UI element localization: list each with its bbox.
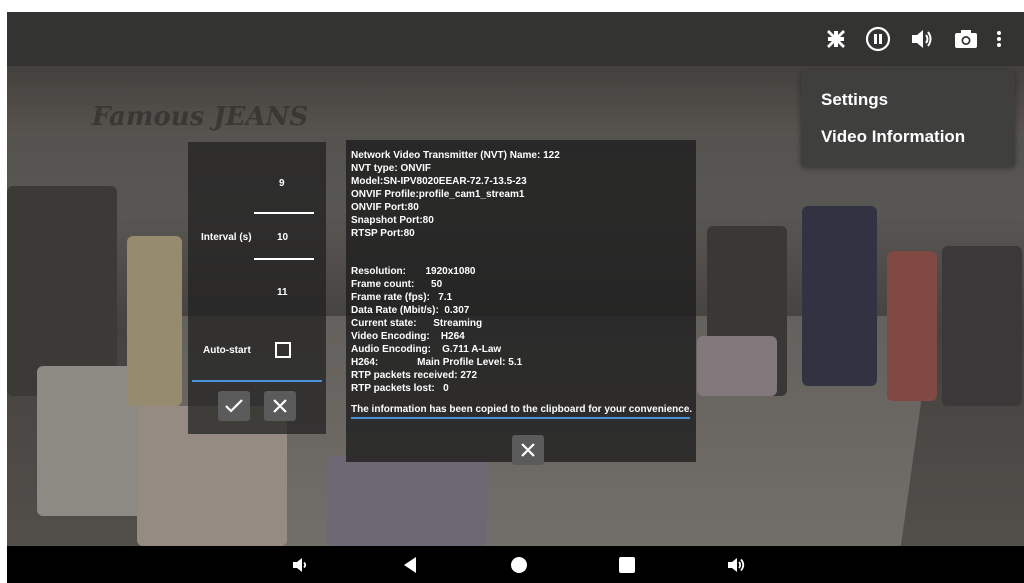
close-icon xyxy=(273,399,287,413)
info-line: Frame count: 50 xyxy=(351,279,443,290)
recents-icon[interactable] xyxy=(616,554,638,576)
volume-icon[interactable] xyxy=(909,26,935,52)
app-screen: Famous JEANS Settings Video Information xyxy=(7,12,1024,583)
exit-fullscreen-icon[interactable] xyxy=(823,26,849,52)
volume-down-icon[interactable] xyxy=(289,554,311,576)
interval-label: Interval (s) xyxy=(201,232,252,243)
interval-value-prev[interactable]: 9 xyxy=(279,178,285,189)
close-icon xyxy=(521,443,535,457)
cancel-button[interactable] xyxy=(264,391,296,421)
autostart-label: Auto-start xyxy=(203,345,251,356)
snapshot-camera-icon[interactable] xyxy=(953,26,979,52)
picker-divider-top xyxy=(254,212,314,214)
info-line: Data Rate (Mbit/s): 0.307 xyxy=(351,305,470,316)
info-line: H264: Main Profile Level: 5.1 xyxy=(351,357,523,368)
more-vert-icon[interactable] xyxy=(992,26,1006,52)
close-info-button[interactable] xyxy=(512,435,544,465)
autostart-checkbox[interactable] xyxy=(275,342,291,358)
info-line: ONVIF Profile:profile_cam1_stream1 xyxy=(351,189,525,200)
info-line: RTP packets received: 272 xyxy=(351,370,478,381)
info-line: Frame rate (fps): 7.1 xyxy=(351,292,453,303)
pause-icon[interactable] xyxy=(865,26,891,52)
message-underline xyxy=(351,417,690,419)
confirm-button[interactable] xyxy=(218,391,250,421)
menu-item-settings[interactable]: Settings xyxy=(821,90,888,110)
info-line: Model:SN-IPV8020EEAR-72.7-13.5-23 xyxy=(351,176,527,187)
info-line: ONVIF Port:80 xyxy=(351,202,419,213)
picker-divider-bottom xyxy=(254,258,314,260)
info-line: Resolution: 1920x1080 xyxy=(351,266,476,277)
info-line: Video Encoding: H264 xyxy=(351,331,465,342)
system-nav-bar xyxy=(7,546,1024,583)
volume-up-icon[interactable] xyxy=(725,554,747,576)
info-line: RTSP Port:80 xyxy=(351,228,415,239)
interval-value-next[interactable]: 11 xyxy=(277,287,288,298)
check-icon xyxy=(225,399,243,413)
info-line: NVT type: ONVIF xyxy=(351,163,432,174)
info-line: RTP packets lost: 0 xyxy=(351,383,449,394)
overflow-menu: Settings Video Information xyxy=(801,70,1015,166)
info-line: Snapshot Port:80 xyxy=(351,215,434,226)
interval-panel: 9 Interval (s) 10 11 Auto-start xyxy=(188,142,326,434)
info-line: Audio Encoding: G.711 A-Law xyxy=(351,344,502,355)
clipboard-copied-message: The information has been copied to the c… xyxy=(351,404,693,415)
back-icon[interactable] xyxy=(399,554,421,576)
home-icon[interactable] xyxy=(508,554,530,576)
video-information-panel: Network Video Transmitter (NVT) Name: 12… xyxy=(346,140,696,465)
info-line: Network Video Transmitter (NVT) Name: 12… xyxy=(351,150,560,161)
top-toolbar xyxy=(7,12,1024,66)
info-line: Current state: Streaming xyxy=(351,318,483,329)
menu-item-video-information[interactable]: Video Information xyxy=(821,127,965,147)
interval-value-selected[interactable]: 10 xyxy=(277,232,288,243)
panel-accent-line xyxy=(192,380,322,382)
